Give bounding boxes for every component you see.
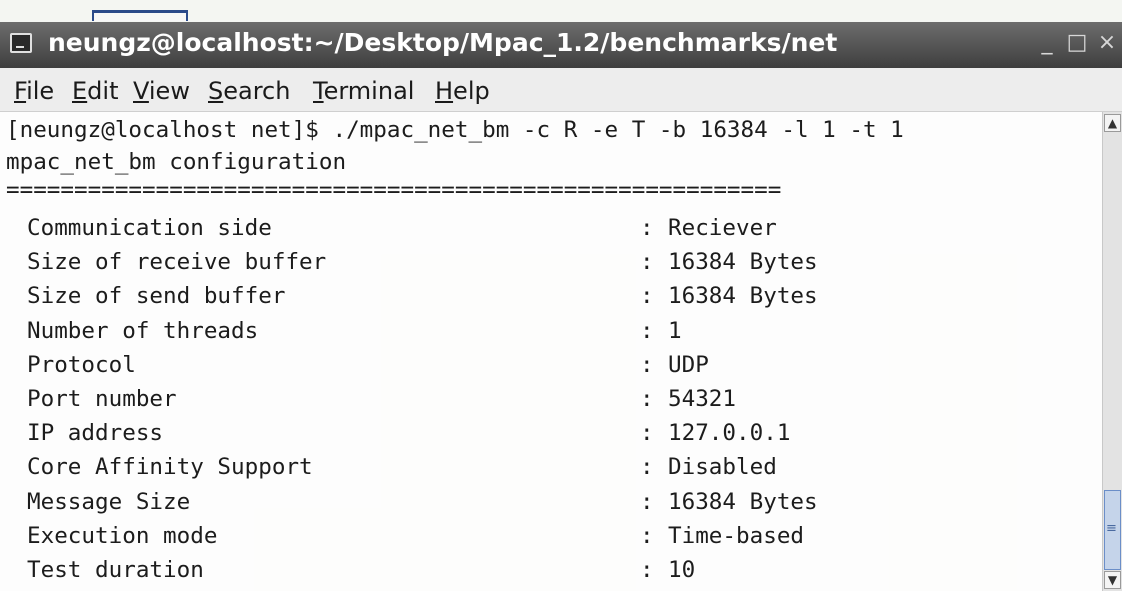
config-separator: : xyxy=(640,215,654,241)
config-value: 1 xyxy=(668,317,682,344)
menu-bar: File Edit View Search Terminal Help xyxy=(0,68,1122,112)
config-separator: : xyxy=(640,386,654,412)
config-label: Protocol xyxy=(27,351,136,378)
vertical-scrollbar[interactable]: ▲ ▼ xyxy=(1102,112,1122,591)
config-row: IP address:127.0.0.1 xyxy=(6,416,1096,450)
menu-search[interactable]: Search xyxy=(208,77,290,105)
rule-line: ========================================… xyxy=(6,177,782,203)
config-row: Message Size:16384 Bytes xyxy=(6,485,1096,519)
config-value: 127.0.0.1 xyxy=(668,420,791,447)
background-window-edge xyxy=(92,10,188,21)
terminal-icon xyxy=(10,33,32,53)
config-separator: : xyxy=(640,557,654,583)
config-value: 10 xyxy=(668,557,696,583)
config-value: 54321 xyxy=(668,386,737,412)
config-separator: : xyxy=(640,249,654,276)
config-separator: : xyxy=(640,522,654,549)
config-value: Reciever xyxy=(668,215,777,241)
menu-terminal[interactable]: Terminal xyxy=(313,77,414,105)
config-row: Test duration:10 xyxy=(6,553,1096,587)
config-label: Communication side xyxy=(27,215,272,241)
menu-help[interactable]: Help xyxy=(435,77,490,105)
config-value: Disabled xyxy=(668,454,777,481)
command-line: [neungz@localhost net]$ ./mpac_net_bm -c… xyxy=(6,117,904,143)
config-label: Execution mode xyxy=(27,522,218,549)
config-label: IP address xyxy=(27,420,164,447)
scroll-down-arrow-icon[interactable]: ▼ xyxy=(1104,571,1121,589)
config-label: Size of receive buffer xyxy=(27,249,327,276)
config-separator: : xyxy=(640,351,654,378)
menu-file[interactable]: File xyxy=(14,77,54,105)
config-label: Message Size xyxy=(27,488,191,515)
config-label: Size of send buffer xyxy=(27,283,286,310)
config-row: Execution mode: Time-based xyxy=(6,519,1096,553)
maximize-button[interactable]: □ xyxy=(1062,30,1092,55)
config-row: Number of threads:1 xyxy=(6,314,1096,348)
config-row: Port number:54321 xyxy=(6,382,1096,416)
config-separator: : xyxy=(640,420,654,447)
terminal-output[interactable]: [neungz@localhost net]$ ./mpac_net_bm -c… xyxy=(0,112,1102,591)
config-row: Size of send buffer:16384 Bytes xyxy=(6,279,1096,313)
config-separator: : xyxy=(640,283,654,310)
minimize-button[interactable]: _ xyxy=(1032,30,1062,55)
desktop-top-strip xyxy=(0,0,1122,22)
scroll-up-arrow-icon[interactable]: ▲ xyxy=(1104,114,1121,132)
config-value: 16384 Bytes xyxy=(668,488,818,515)
config-label: Number of threads xyxy=(27,317,259,344)
menu-view[interactable]: View xyxy=(133,77,190,105)
config-value: Time-based xyxy=(668,522,805,549)
config-separator: : xyxy=(640,454,654,481)
close-button[interactable]: × xyxy=(1092,30,1122,55)
config-label: Core Affinity Support xyxy=(27,454,313,481)
config-row: Communication side: Reciever xyxy=(6,211,1096,245)
scrollbar-thumb[interactable] xyxy=(1104,490,1121,570)
window-titlebar[interactable]: neungz@localhost:~/Desktop/Mpac_1.2/benc… xyxy=(0,22,1122,68)
config-label: Test duration xyxy=(27,557,204,583)
config-separator: : xyxy=(640,317,654,344)
config-value: UDP xyxy=(668,351,709,378)
menu-edit[interactable]: Edit xyxy=(72,77,118,105)
config-label: Port number xyxy=(27,386,177,412)
config-value: 16384 Bytes xyxy=(668,249,818,276)
config-row: Size of receive buffer:16384 Bytes xyxy=(6,245,1096,279)
window-title: neungz@localhost:~/Desktop/Mpac_1.2/benc… xyxy=(48,28,838,57)
config-separator: : xyxy=(640,488,654,515)
config-row: Core Affinity Support: Disabled xyxy=(6,450,1096,484)
config-value: 16384 Bytes xyxy=(668,283,818,310)
config-row: Protocol: UDP xyxy=(6,348,1096,382)
